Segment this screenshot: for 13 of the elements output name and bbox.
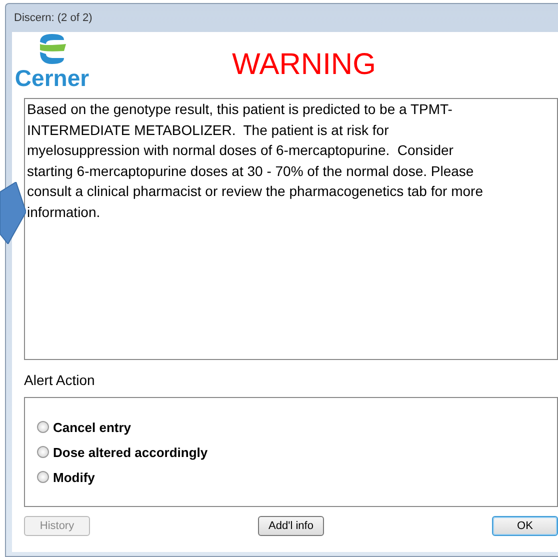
radio-option[interactable]: Dose altered accordingly — [37, 444, 208, 460]
section-label: Alert Action — [24, 372, 96, 388]
logo-wordmark: Cerner — [14, 66, 90, 90]
radio-option[interactable]: Cancel entry — [37, 420, 132, 434]
arrow-icon — [0, 182, 26, 244]
radio-button[interactable] — [37, 421, 49, 433]
message-box: Based on the genotype result, this patient is predicted to be a TPMT- INTERMEDIATE METABOLIZER. The patient is at risk for myelosuppression with normal doses of 6-mercaptopurine. Consider starting 6-mercaptopurine doses at 30 - 70% of the normal dose. Please consult a clinical pharmacist or review the pharmacogenetics tab for more information. — [24, 98, 558, 360]
window-title: Discern: (2 of 2) — [14, 12, 92, 24]
radio-button[interactable] — [37, 471, 49, 483]
dialog-button[interactable]: Add'l info — [258, 516, 324, 536]
radio-option[interactable]: Modify — [37, 470, 95, 484]
radio-button[interactable] — [37, 446, 49, 458]
dialog-button[interactable]: OK — [492, 516, 558, 536]
